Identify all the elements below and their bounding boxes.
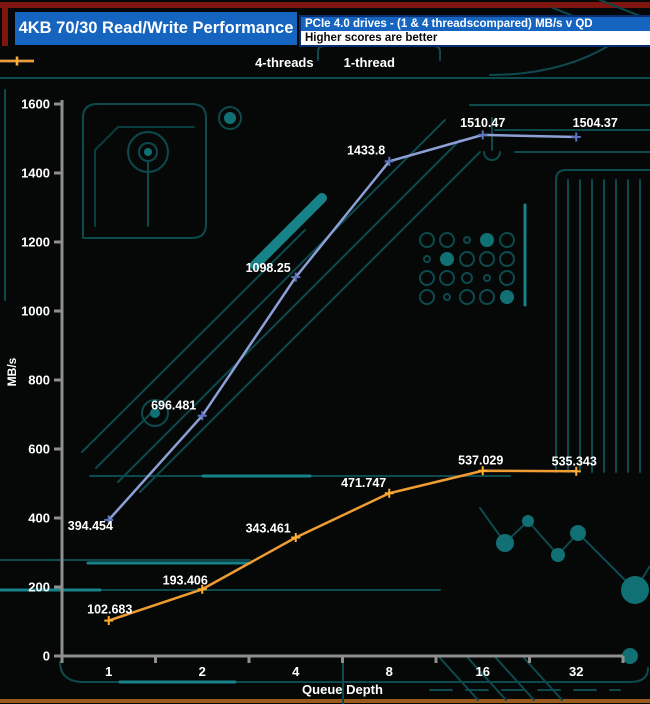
data-label-4-threads: 1433.8: [347, 143, 385, 157]
y-tick-label: 400: [28, 511, 50, 526]
benchmark-chart-page: 0 200 400 600 800 1000 1200 1400 1600 1 2 4 8 16 32 MB/…: [0, 0, 650, 704]
chart-subhead-block: PCIe 4.0 drives - (1 & 4 threadscompared…: [299, 15, 650, 47]
chart-title: 4KB 70/30 Read/Write Performance: [15, 12, 297, 45]
y-tick-label: 1200: [21, 235, 50, 250]
data-label-4-threads: 1098.25: [246, 261, 291, 275]
y-axis-title: MB/s: [5, 357, 19, 386]
series-line-1-thread: [108, 469, 577, 622]
legend-label-1-thread: 1-thread: [343, 55, 395, 70]
legend-marker-1-thread-icon: [0, 56, 34, 66]
legend-label-4-threads: 4-threads: [255, 55, 314, 70]
data-label-4-threads: 1510.47: [460, 116, 505, 130]
data-label-1-thread: 343.461: [246, 522, 291, 536]
data-label-1-thread: 535.343: [552, 454, 597, 468]
x-tick-label: 8: [386, 664, 393, 679]
legend-item-4-threads: 4-threads: [0, 55, 314, 70]
data-label-1-thread: 471.747: [341, 476, 386, 490]
x-tick-label: 1: [105, 664, 112, 679]
y-tick-label: 200: [28, 580, 50, 595]
data-label-4-threads: 394.454: [68, 519, 113, 533]
chart-canvas: 0 200 400 600 800 1000 1200 1400 1600 1 2 4 8 16 32 MB/…: [5, 97, 625, 697]
chart-legend: 4-threads 1-thread: [0, 55, 650, 70]
legend-item-1-thread: 1-thread: [0, 55, 395, 70]
y-tick-label: 600: [28, 442, 50, 457]
y-tick-label: 0: [43, 649, 50, 664]
y-tick-label: 1600: [21, 97, 50, 112]
x-tick-label: 16: [476, 664, 490, 679]
data-label-1-thread: 193.406: [163, 573, 208, 587]
chart-subtitle: PCIe 4.0 drives - (1 & 4 threadscompared…: [301, 17, 650, 31]
x-tick-label: 32: [569, 664, 583, 679]
x-axis-title: Queue Depth: [302, 682, 383, 697]
y-tick-label: 1400: [21, 166, 50, 181]
x-tick-label: 2: [199, 664, 206, 679]
data-label-4-threads: 1504.37: [573, 116, 618, 130]
data-label-1-thread: 102.683: [87, 603, 132, 617]
y-tick-label: 800: [28, 373, 50, 388]
data-label-1-thread: 537.029: [458, 454, 503, 468]
x-tick-label: 4: [292, 664, 300, 679]
series-line-4-threads: [107, 133, 577, 521]
chart-note: Higher scores are better: [301, 31, 650, 45]
y-tick-label: 1000: [21, 304, 50, 319]
data-label-4-threads: 696.481: [151, 399, 196, 413]
